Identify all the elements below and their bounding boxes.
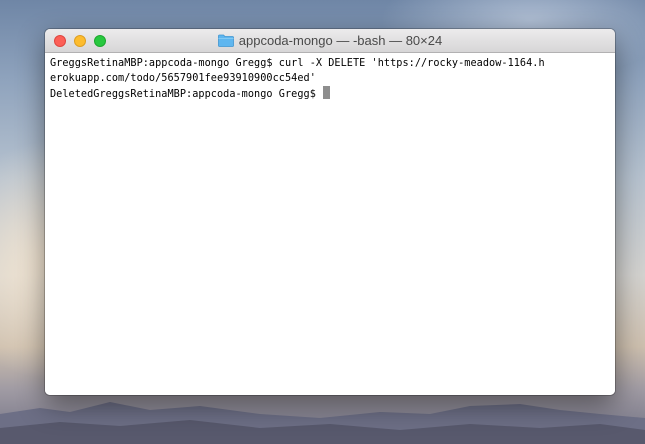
- terminal-window: appcoda-mongo — -bash — 80×24 GreggsReti…: [45, 29, 615, 395]
- folder-icon: [217, 34, 234, 47]
- text-cursor: [323, 86, 331, 99]
- window-title-group: appcoda-mongo — -bash — 80×24: [45, 29, 615, 52]
- terminal-output[interactable]: GreggsRetinaMBP:appcoda-mongo Gregg$ cur…: [45, 53, 615, 395]
- terminal-line: erokuapp.com/todo/5657901fee93910900cc54…: [50, 73, 316, 84]
- window-title: appcoda-mongo — -bash — 80×24: [238, 33, 443, 48]
- terminal-line: GreggsRetinaMBP:appcoda-mongo Gregg$ cur…: [50, 58, 545, 69]
- terminal-prompt-line: DeletedGreggsRetinaMBP:appcoda-mongo Gre…: [50, 86, 615, 101]
- terminal-prompt: DeletedGreggsRetinaMBP:appcoda-mongo Gre…: [50, 89, 323, 100]
- title-bar[interactable]: appcoda-mongo — -bash — 80×24: [45, 29, 615, 53]
